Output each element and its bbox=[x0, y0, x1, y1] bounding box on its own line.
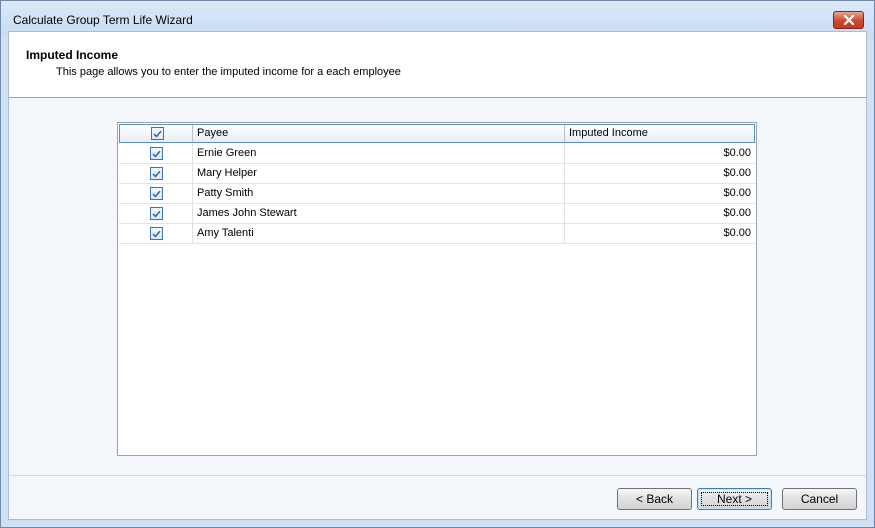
payee-cell: Ernie Green bbox=[197, 147, 257, 159]
page-title: Imputed Income bbox=[26, 48, 119, 62]
row-checkbox[interactable] bbox=[150, 167, 163, 180]
payee-cell: James John Stewart bbox=[197, 207, 297, 219]
page-subtitle: This page allows you to enter the impute… bbox=[56, 66, 401, 78]
payee-cell: Mary Helper bbox=[197, 167, 257, 179]
wizard-window: Calculate Group Term Life Wizard Imputed… bbox=[0, 0, 875, 528]
select-all-checkbox[interactable] bbox=[151, 127, 164, 140]
wizard-content: Imputed Income This page allows you to e… bbox=[8, 31, 867, 520]
next-button-label: Next > bbox=[716, 492, 752, 506]
checkmark-icon bbox=[153, 130, 162, 138]
page-header: Imputed Income This page allows you to e… bbox=[9, 32, 866, 98]
imputed-income-cell[interactable]: $0.00 bbox=[723, 207, 751, 219]
close-icon bbox=[843, 15, 854, 25]
table-row[interactable]: Mary Helper $0.00 bbox=[119, 164, 755, 184]
back-button[interactable]: < Back bbox=[617, 488, 692, 510]
footer-divider bbox=[9, 475, 866, 476]
payee-cell: Amy Talenti bbox=[197, 227, 254, 239]
cancel-button[interactable]: Cancel bbox=[782, 488, 857, 510]
imputed-income-cell[interactable]: $0.00 bbox=[723, 187, 751, 199]
table-row[interactable]: Amy Talenti $0.00 bbox=[119, 224, 755, 244]
table-row[interactable]: Patty Smith $0.00 bbox=[119, 184, 755, 204]
payee-cell: Patty Smith bbox=[197, 187, 254, 199]
row-checkbox[interactable] bbox=[150, 187, 163, 200]
column-header-payee[interactable]: Payee bbox=[197, 127, 228, 139]
table-row[interactable]: James John Stewart $0.00 bbox=[119, 204, 755, 224]
table-row[interactable]: Ernie Green $0.00 bbox=[119, 144, 755, 164]
row-checkbox[interactable] bbox=[150, 227, 163, 240]
row-checkbox[interactable] bbox=[150, 147, 163, 160]
window-title: Calculate Group Term Life Wizard bbox=[13, 13, 193, 27]
imputed-income-cell[interactable]: $0.00 bbox=[723, 227, 751, 239]
checkmark-icon bbox=[152, 230, 161, 238]
close-button[interactable] bbox=[833, 11, 864, 29]
grid-header: Payee Imputed Income bbox=[119, 124, 755, 143]
checkmark-icon bbox=[152, 210, 161, 218]
row-checkbox[interactable] bbox=[150, 207, 163, 220]
next-button[interactable]: Next > bbox=[697, 488, 772, 510]
imputed-income-cell[interactable]: $0.00 bbox=[723, 167, 751, 179]
column-header-imputed-income[interactable]: Imputed Income bbox=[569, 127, 648, 139]
checkmark-icon bbox=[152, 190, 161, 198]
checkmark-icon bbox=[152, 170, 161, 178]
checkmark-icon bbox=[152, 150, 161, 158]
imputed-income-cell[interactable]: $0.00 bbox=[723, 147, 751, 159]
payee-grid[interactable]: Payee Imputed Income Ernie Green $0.00 M… bbox=[117, 122, 757, 456]
